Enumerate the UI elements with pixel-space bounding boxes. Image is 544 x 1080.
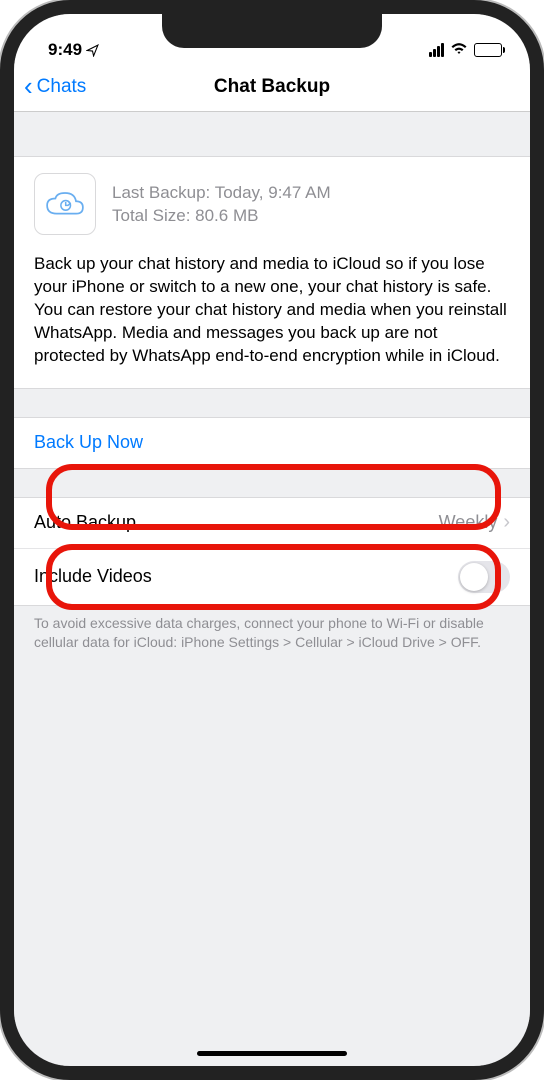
page-title: Chat Backup: [214, 76, 330, 98]
back-button[interactable]: ‹ Chats: [24, 73, 86, 101]
wifi-icon: [450, 40, 468, 60]
status-time: 9:49: [48, 40, 82, 60]
footer-note: To avoid excessive data charges, connect…: [14, 606, 530, 672]
home-indicator[interactable]: [197, 1051, 347, 1056]
back-up-now-label: Back Up Now: [34, 432, 143, 453]
nav-bar: ‹ Chats Chat Backup: [14, 62, 530, 112]
cloud-backup-icon: [34, 173, 96, 235]
cellular-signal-icon: [429, 43, 444, 57]
location-arrow-icon: [86, 44, 99, 57]
battery-icon: [474, 43, 502, 57]
auto-backup-label: Auto Backup: [34, 512, 136, 533]
include-videos-row: Include Videos: [14, 548, 530, 605]
last-backup-label: Last Backup: Today, 9:47 AM: [112, 182, 331, 205]
notch: [162, 14, 382, 48]
chevron-right-icon: ›: [503, 511, 510, 534]
total-size-label: Total Size: 80.6 MB: [112, 205, 331, 228]
auto-backup-row[interactable]: Auto Backup Weekly ›: [14, 498, 530, 548]
backup-description: Back up your chat history and media to i…: [34, 253, 510, 368]
chevron-left-icon: ‹: [24, 73, 33, 99]
include-videos-label: Include Videos: [34, 566, 152, 587]
auto-backup-value: Weekly: [439, 512, 498, 533]
include-videos-toggle[interactable]: [458, 561, 510, 593]
backup-summary-card: Last Backup: Today, 9:47 AM Total Size: …: [14, 156, 530, 389]
back-up-now-button[interactable]: Back Up Now: [14, 418, 530, 468]
back-label: Chats: [37, 76, 87, 98]
